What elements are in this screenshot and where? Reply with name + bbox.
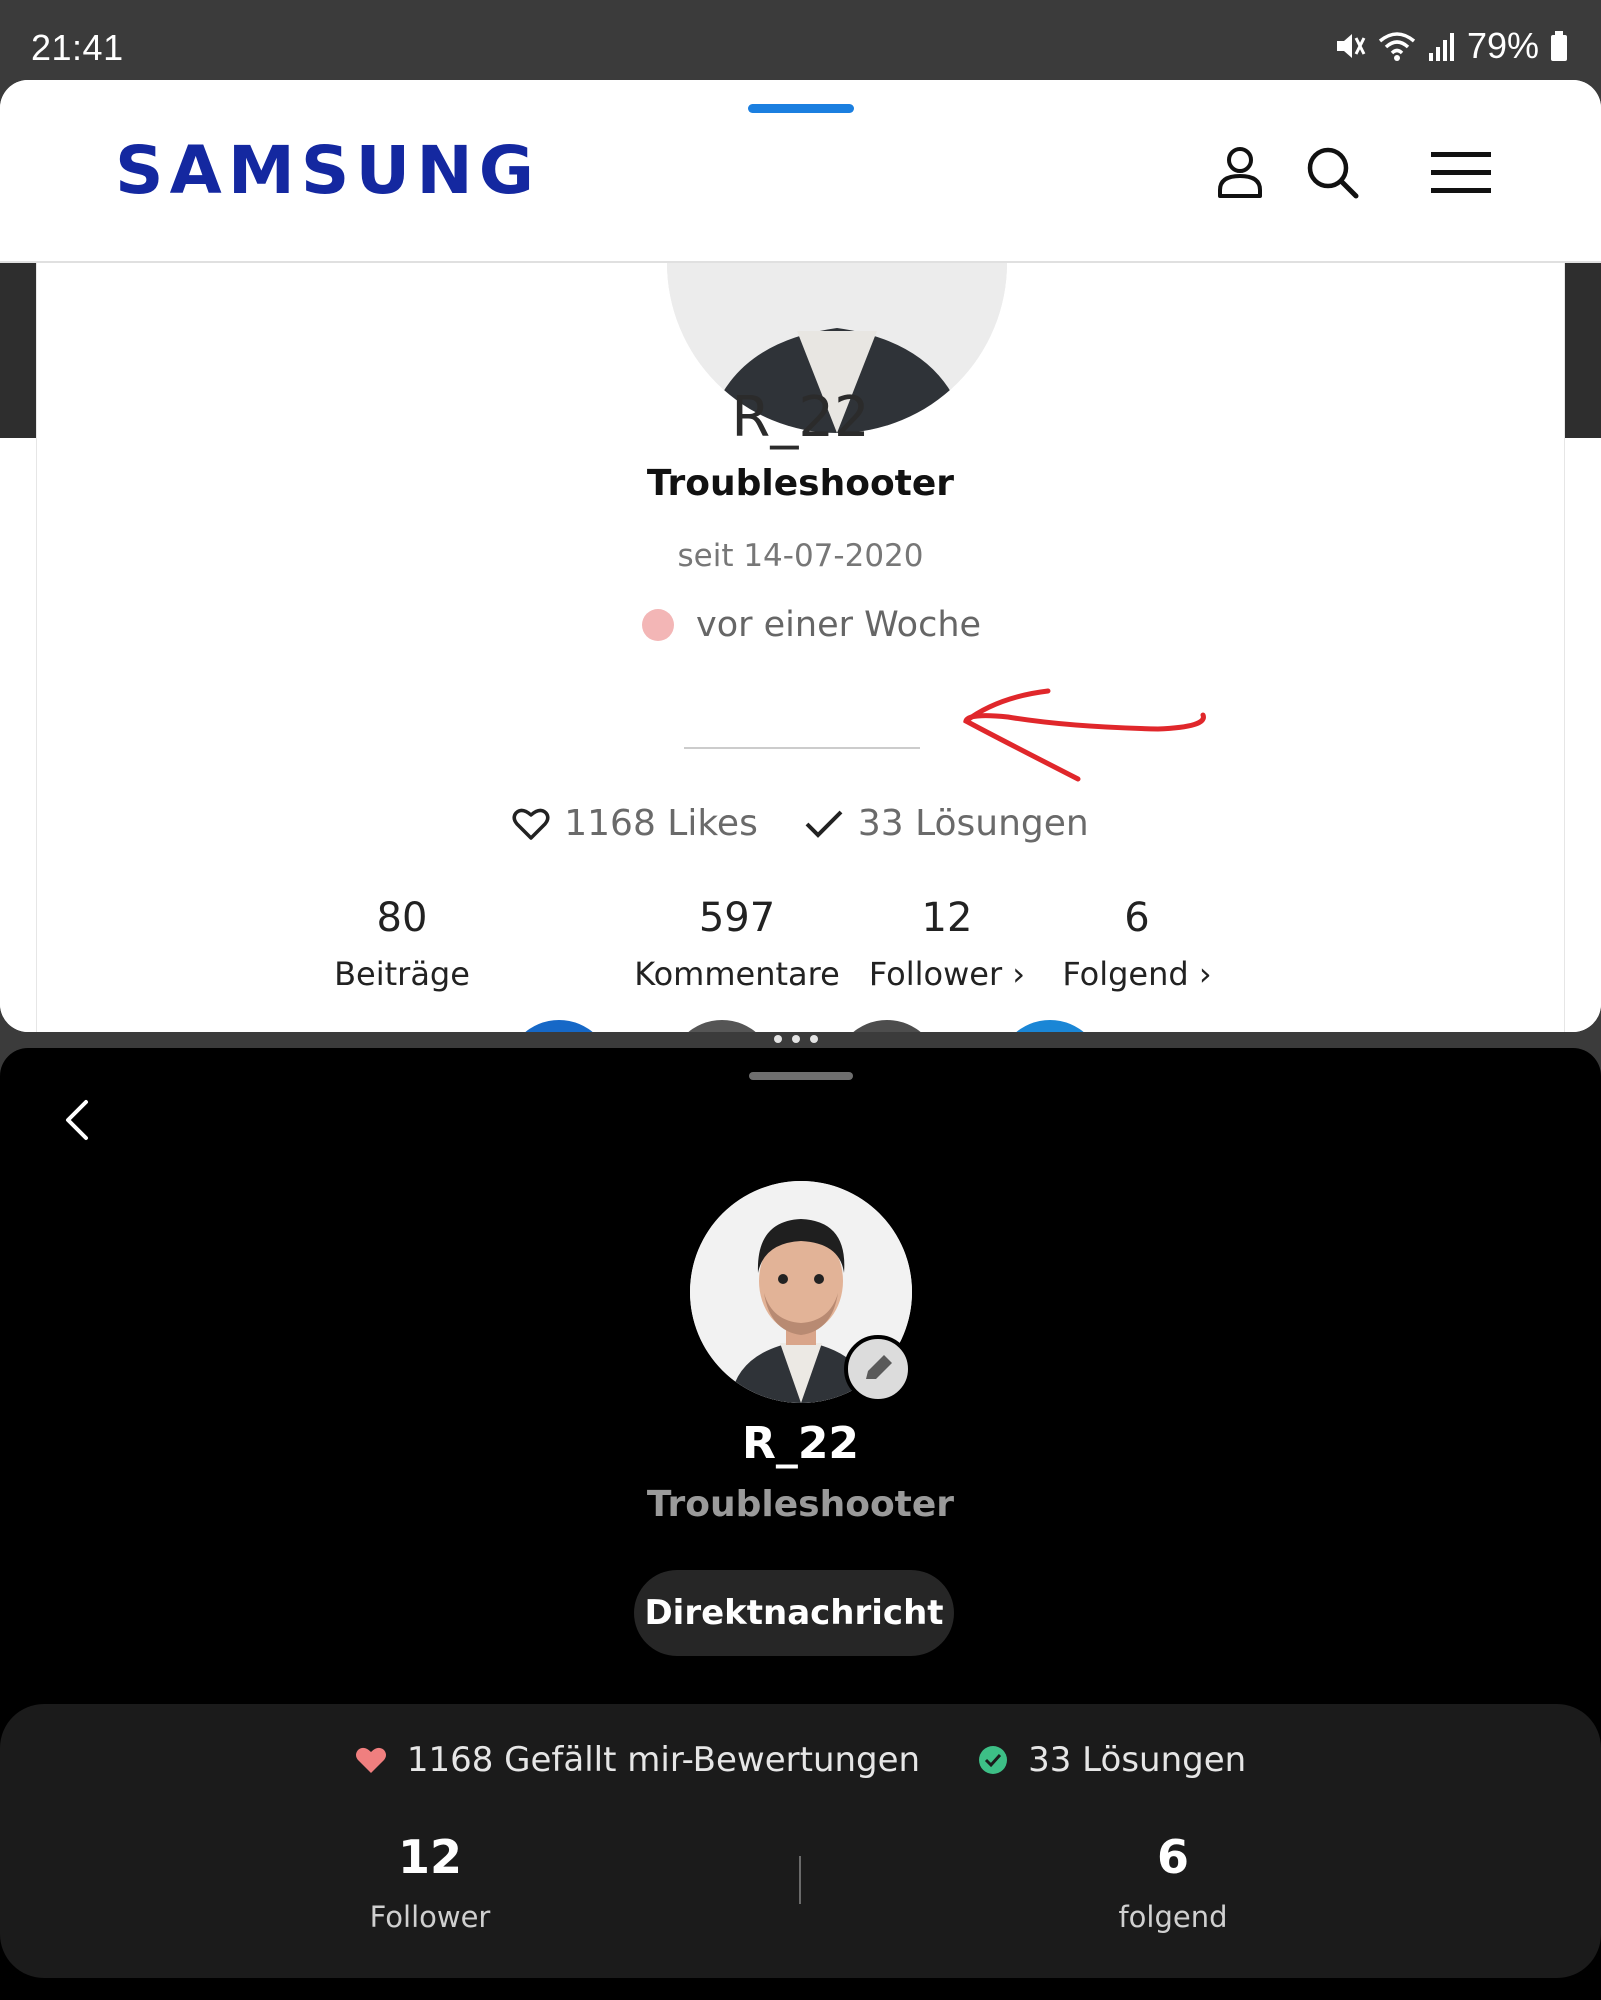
profile-name: R_22 — [741, 1418, 860, 1469]
check-icon — [805, 810, 843, 838]
red-arrow-annotation — [963, 688, 1206, 782]
count-label: Folgend › — [1062, 955, 1212, 993]
battery-percent: 79% — [1466, 25, 1539, 66]
profile-rank: Troubleshooter — [646, 1484, 955, 1525]
user-icon[interactable] — [1208, 140, 1272, 204]
count-label: Beiträge — [334, 955, 470, 993]
count-label: Follower — [369, 1900, 491, 1934]
window-drag-handle[interactable] — [749, 1072, 853, 1080]
likes-text: 1168 Likes — [564, 803, 758, 844]
profile-stats: 1168 Likes 33 Lösungen — [37, 803, 1564, 844]
check-circle-icon — [979, 1746, 1008, 1774]
edit-avatar-button[interactable] — [844, 1335, 912, 1403]
profile-name: R_22 — [731, 385, 870, 450]
status-time: 21:41 — [31, 27, 124, 68]
direct-message-button[interactable]: Direktnachricht — [634, 1570, 954, 1656]
app-pane: R_22 Troubleshooter Direktnachricht 1168… — [0, 1048, 1601, 2000]
badge-row — [37, 1018, 1564, 1032]
stats-card: 1168 Gefällt mir-Bewertungen 33 Lösungen… — [0, 1704, 1601, 1978]
last-online: vor einer Woche — [642, 605, 981, 645]
pencil-icon — [866, 1355, 892, 1379]
following-count-link[interactable]: 6 Folgend › — [1027, 895, 1247, 993]
count-label: Follower › — [868, 955, 1026, 993]
profile-page: R_22 Troubleshooter seit 14-07-2020 vor … — [0, 93, 1601, 1032]
solutions-text: 33 Lösungen — [857, 803, 1089, 844]
site-header: SAMSUNG — [0, 80, 1601, 263]
menu-icon[interactable] — [1428, 140, 1494, 204]
likes-stat: 1168 Gefällt mir-Bewertungen — [355, 1740, 920, 1780]
page-background — [1565, 263, 1601, 438]
count-value: 80 — [376, 895, 428, 941]
back-arrow-icon[interactable] — [58, 1090, 98, 1150]
count-label: Kommentare — [634, 955, 840, 993]
badge-generator[interactable] — [832, 1018, 942, 1032]
status-bar: 21:41 79% — [0, 0, 1601, 84]
window-drag-handle[interactable] — [748, 104, 854, 113]
split-handle-icon[interactable] — [774, 1035, 818, 1043]
battery-icon — [1551, 31, 1567, 61]
heart-outline-icon — [512, 808, 550, 840]
search-icon[interactable] — [1300, 140, 1364, 204]
count-value: 12 — [397, 1830, 462, 1884]
badge-rocket-booster[interactable] — [504, 1018, 614, 1032]
wifi-icon — [1378, 32, 1416, 61]
posts-count[interactable]: 80 Beiträge — [327, 895, 477, 993]
count-value: 6 — [1156, 1830, 1189, 1884]
stats-summary: 1168 Gefällt mir-Bewertungen 33 Lösungen — [0, 1740, 1601, 1780]
signal-icon — [1428, 33, 1454, 61]
solutions-stat: 33 Lösungen — [804, 803, 1089, 844]
likes-stat: 1168 Likes — [512, 803, 758, 844]
count-label: folgend — [1118, 1900, 1228, 1934]
divider — [684, 747, 920, 749]
page-background — [0, 263, 36, 438]
solutions-text: 33 Lösungen — [1028, 1740, 1247, 1780]
mute-icon — [1336, 34, 1366, 58]
online-status-dot — [642, 609, 674, 641]
last-online-text: vor einer Woche — [696, 605, 982, 645]
comments-count[interactable]: 597 Kommentare — [597, 895, 877, 993]
badge-astronomer[interactable] — [995, 1018, 1105, 1032]
follower-count[interactable]: 12 Follower — [330, 1830, 530, 1934]
divider — [799, 1856, 801, 1904]
member-since: seit 14-07-2020 — [677, 538, 924, 574]
count-value: 6 — [1124, 895, 1150, 941]
following-count[interactable]: 6 folgend — [1073, 1830, 1273, 1934]
solutions-stat: 33 Lösungen — [978, 1740, 1246, 1780]
heart-icon — [355, 1747, 386, 1773]
status-icons: 79% — [1333, 22, 1569, 70]
count-value: 597 — [698, 895, 776, 941]
follower-count-link[interactable]: 12 Follower › — [837, 895, 1057, 993]
browser-pane: SAMSUNG R_22 Troubleshooter seit 14-07-2… — [0, 80, 1601, 1032]
likes-text: 1168 Gefällt mir-Bewertungen — [406, 1740, 921, 1780]
profile-card: R_22 Troubleshooter seit 14-07-2020 vor … — [36, 93, 1565, 1032]
profile-rank: Troubleshooter — [646, 463, 955, 504]
badge-launcher[interactable] — [667, 1018, 777, 1032]
count-value: 12 — [921, 895, 973, 941]
samsung-logo[interactable]: SAMSUNG — [115, 132, 540, 209]
